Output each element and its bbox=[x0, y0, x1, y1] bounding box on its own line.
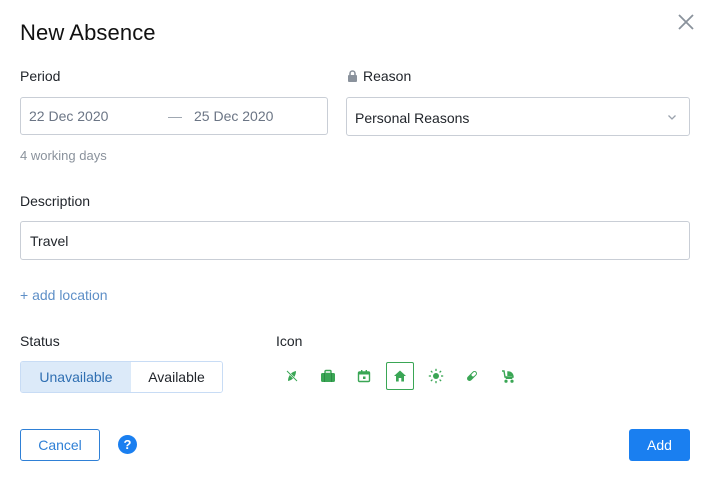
no-travel-icon[interactable] bbox=[278, 362, 306, 390]
sun-icon[interactable] bbox=[422, 362, 450, 390]
status-available-option[interactable]: Available bbox=[131, 362, 222, 392]
description-label: Description bbox=[20, 193, 91, 209]
chevron-down-icon[interactable] bbox=[666, 111, 678, 123]
status-unavailable-option[interactable]: Unavailable bbox=[21, 362, 131, 392]
help-icon[interactable]: ? bbox=[118, 435, 137, 454]
add-location-link[interactable]: + add location bbox=[20, 287, 108, 303]
date-from-input[interactable]: 22 Dec 2020 bbox=[29, 108, 108, 124]
description-input[interactable] bbox=[20, 221, 690, 260]
briefcase-icon[interactable] bbox=[314, 362, 342, 390]
icon-picker bbox=[278, 362, 530, 390]
date-to-input[interactable]: 25 Dec 2020 bbox=[194, 108, 273, 124]
status-label: Status bbox=[20, 333, 60, 349]
icon-label: Icon bbox=[276, 333, 303, 349]
reason-select-value[interactable]: Personal Reasons bbox=[355, 110, 469, 126]
working-days-text: 4 working days bbox=[20, 148, 107, 163]
reason-label: Reason bbox=[363, 68, 412, 84]
status-toggle[interactable]: Unavailable Available bbox=[20, 361, 223, 393]
reason-label-group: Reason bbox=[347, 68, 411, 84]
cancel-button[interactable]: Cancel bbox=[20, 429, 100, 461]
date-separator: — bbox=[168, 108, 182, 124]
pill-icon[interactable] bbox=[458, 362, 486, 390]
period-label: Period bbox=[20, 68, 61, 84]
close-icon[interactable] bbox=[676, 12, 696, 32]
lock-icon bbox=[348, 70, 357, 82]
description-value[interactable]: Travel bbox=[30, 233, 68, 249]
stroller-icon[interactable] bbox=[494, 362, 522, 390]
calendar-icon[interactable] bbox=[350, 362, 378, 390]
home-icon[interactable] bbox=[386, 362, 414, 390]
add-button[interactable]: Add bbox=[629, 429, 690, 461]
dialog-title: New Absence bbox=[20, 20, 156, 45]
